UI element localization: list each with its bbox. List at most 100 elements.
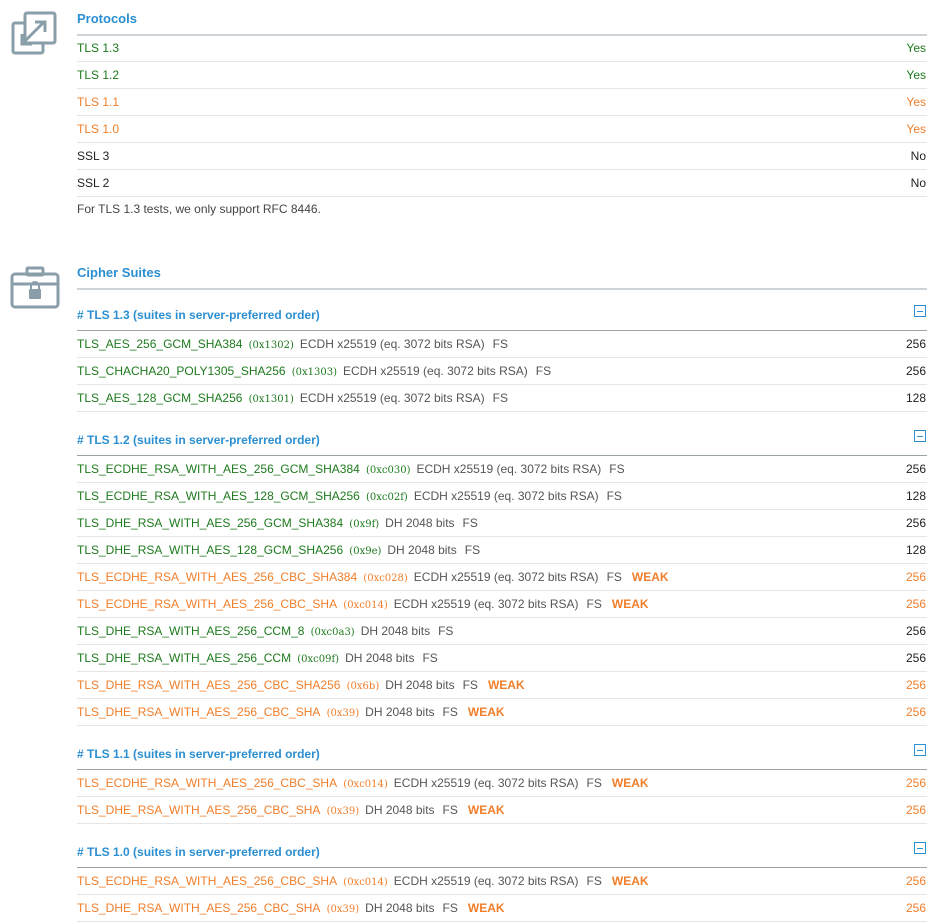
suite-code: (0xc014) <box>340 877 388 888</box>
forward-secrecy-label: FS <box>442 705 458 719</box>
suite-name: TLS_DHE_RSA_WITH_AES_128_GCM_SHA256 <box>77 543 344 557</box>
cipher-suite-row: TLS_ECDHE_RSA_WITH_AES_128_GCM_SHA256 (0… <box>77 483 927 510</box>
protocol-name: SSL 2 <box>77 176 110 190</box>
weak-badge: WEAK <box>467 803 505 817</box>
cipher-suite-row: TLS_ECDHE_RSA_WITH_AES_256_CBC_SHA (0xc0… <box>77 868 927 895</box>
cipher-suite-row: TLS_AES_128_GCM_SHA256 (0x1301) ECDH x255… <box>77 385 927 412</box>
suite-code: (0xc014) <box>340 600 388 611</box>
protocols-note: For TLS 1.3 tests, we only support RFC 8… <box>77 202 321 216</box>
suite-code: (0xc014) <box>340 779 388 790</box>
forward-secrecy-label: FS <box>438 624 454 638</box>
suite-name: TLS_ECDHE_RSA_WITH_AES_256_CBC_SHA <box>77 597 338 611</box>
collapse-toggle-icon[interactable] <box>914 430 926 442</box>
cipher-suite-row: TLS_CHACHA20_POLY1305_SHA256 (0x1303) ECD… <box>77 358 927 385</box>
weak-badge: WEAK <box>611 597 649 611</box>
key-bits: 256 <box>905 462 926 476</box>
protocol-name: TLS 1.2 <box>77 68 120 82</box>
cipher-suites-divider <box>77 288 927 290</box>
protocol-row: TLS 1.1 Yes <box>77 89 927 116</box>
forward-secrecy-label: FS <box>442 803 458 817</box>
weak-badge: WEAK <box>611 874 649 888</box>
protocol-support-value: No <box>910 149 926 163</box>
key-exchange: DH 2048 bits <box>385 516 455 530</box>
key-bits: 256 <box>905 901 926 915</box>
key-bits: 128 <box>905 391 926 405</box>
collapse-toggle-icon[interactable] <box>914 305 926 317</box>
cipher-suite-row: TLS_DHE_RSA_WITH_AES_256_GCM_SHA384 (0x9… <box>77 510 927 537</box>
key-bits: 256 <box>905 337 926 351</box>
key-bits: 128 <box>905 543 926 557</box>
key-exchange: DH 2048 bits <box>365 803 435 817</box>
suite-name: TLS_DHE_RSA_WITH_AES_256_CCM_8 <box>77 624 305 638</box>
protocol-row: TLS 1.3 Yes <box>77 35 927 62</box>
forward-secrecy-label: FS <box>422 651 438 665</box>
suite-group-title: # TLS 1.3 (suites in server-preferred or… <box>77 308 320 322</box>
key-exchange: DH 2048 bits <box>385 678 455 692</box>
suite-code: (0x39) <box>323 708 360 719</box>
key-exchange: ECDH x25519 (eq. 3072 bits RSA) <box>299 337 485 351</box>
suite-code: (0xc028) <box>360 573 408 584</box>
cipher-suite-row: TLS_ECDHE_RSA_WITH_AES_256_CBC_SHA (0xc0… <box>77 591 927 618</box>
suite-name: TLS_ECDHE_RSA_WITH_AES_256_CBC_SHA384 <box>77 570 358 584</box>
collapse-toggle-icon[interactable] <box>914 842 926 854</box>
suite-group-header: # TLS 1.0 (suites in server-preferred or… <box>77 838 927 868</box>
suite-name: TLS_DHE_RSA_WITH_AES_256_CCM <box>77 651 292 665</box>
suite-code: (0x9e) <box>346 546 382 557</box>
suite-name: TLS_ECDHE_RSA_WITH_AES_128_GCM_SHA256 <box>77 489 360 503</box>
cipher-suite-row: TLS_DHE_RSA_WITH_AES_256_CBC_SHA (0x39) D… <box>77 797 927 824</box>
suite-name: TLS_CHACHA20_POLY1305_SHA256 <box>77 364 286 378</box>
suite-group-header: # TLS 1.1 (suites in server-preferred or… <box>77 740 927 770</box>
forward-secrecy-label: FS <box>586 597 602 611</box>
key-exchange: DH 2048 bits <box>365 705 435 719</box>
key-bits: 256 <box>905 874 926 888</box>
cipher-suite-row: TLS_DHE_RSA_WITH_AES_256_CCM (0xc09f) DH … <box>77 645 927 672</box>
protocol-name: TLS 1.3 <box>77 41 120 55</box>
suite-name: TLS_ECDHE_RSA_WITH_AES_256_GCM_SHA384 <box>77 462 360 476</box>
protocol-name: SSL 3 <box>77 149 110 163</box>
suite-name: TLS_DHE_RSA_WITH_AES_256_CBC_SHA <box>77 803 321 817</box>
cipher-suite-row: TLS_ECDHE_RSA_WITH_AES_256_CBC_SHA (0xc0… <box>77 770 927 797</box>
suite-name: TLS_DHE_RSA_WITH_AES_256_CBC_SHA256 <box>77 678 341 692</box>
key-exchange: ECDH x25519 (eq. 3072 bits RSA) <box>413 489 599 503</box>
forward-secrecy-label: FS <box>492 337 508 351</box>
key-exchange: ECDH x25519 (eq. 3072 bits RSA) <box>393 776 579 790</box>
protocol-support-value: Yes <box>906 95 926 109</box>
protocol-row: SSL 2 No <box>77 170 927 197</box>
key-bits: 128 <box>905 489 926 503</box>
key-bits: 256 <box>905 651 926 665</box>
key-bits: 256 <box>905 570 926 584</box>
suite-group-title: # TLS 1.2 (suites in server-preferred or… <box>77 433 320 447</box>
suite-code: (0x1301) <box>245 394 294 405</box>
cipher-suite-row: TLS_ECDHE_RSA_WITH_AES_256_CBC_SHA384 (0… <box>77 564 927 591</box>
protocol-support-value: Yes <box>906 122 926 136</box>
suite-code: (0xc02f) <box>362 492 408 503</box>
cipher-suite-row: TLS_DHE_RSA_WITH_AES_256_CBC_SHA (0x39) D… <box>77 895 927 922</box>
suite-name: TLS_AES_128_GCM_SHA256 <box>77 391 243 405</box>
expand-arrows-icon <box>10 10 58 59</box>
key-bits: 256 <box>905 597 926 611</box>
suite-name: TLS_AES_256_GCM_SHA384 <box>77 337 243 351</box>
key-exchange: ECDH x25519 (eq. 3072 bits RSA) <box>299 391 485 405</box>
suite-group-title: # TLS 1.1 (suites in server-preferred or… <box>77 747 320 761</box>
key-bits: 256 <box>905 678 926 692</box>
suite-code: (0x39) <box>323 904 360 915</box>
key-exchange: ECDH x25519 (eq. 3072 bits RSA) <box>413 570 599 584</box>
key-bits: 256 <box>905 776 926 790</box>
suite-code: (0xc09f) <box>294 654 340 665</box>
key-exchange: ECDH x25519 (eq. 3072 bits RSA) <box>393 597 579 611</box>
key-bits: 256 <box>905 516 926 530</box>
collapse-toggle-icon[interactable] <box>914 744 926 756</box>
forward-secrecy-label: FS <box>586 874 602 888</box>
forward-secrecy-label: FS <box>606 489 622 503</box>
briefcase-lock-icon <box>10 266 60 313</box>
key-bits: 256 <box>905 364 926 378</box>
suite-code: (0x6b) <box>343 681 380 692</box>
protocol-name: TLS 1.1 <box>77 95 120 109</box>
key-exchange: ECDH x25519 (eq. 3072 bits RSA) <box>343 364 528 378</box>
protocols-title: Protocols <box>77 11 137 26</box>
suite-code: (0x1302) <box>245 340 294 351</box>
suite-code: (0x9f) <box>346 519 380 530</box>
cipher-suite-row: TLS_DHE_RSA_WITH_AES_256_CBC_SHA (0x39) D… <box>77 699 927 726</box>
key-exchange: DH 2048 bits <box>345 651 415 665</box>
cipher-suite-row: TLS_DHE_RSA_WITH_AES_256_CBC_SHA256 (0x6… <box>77 672 927 699</box>
